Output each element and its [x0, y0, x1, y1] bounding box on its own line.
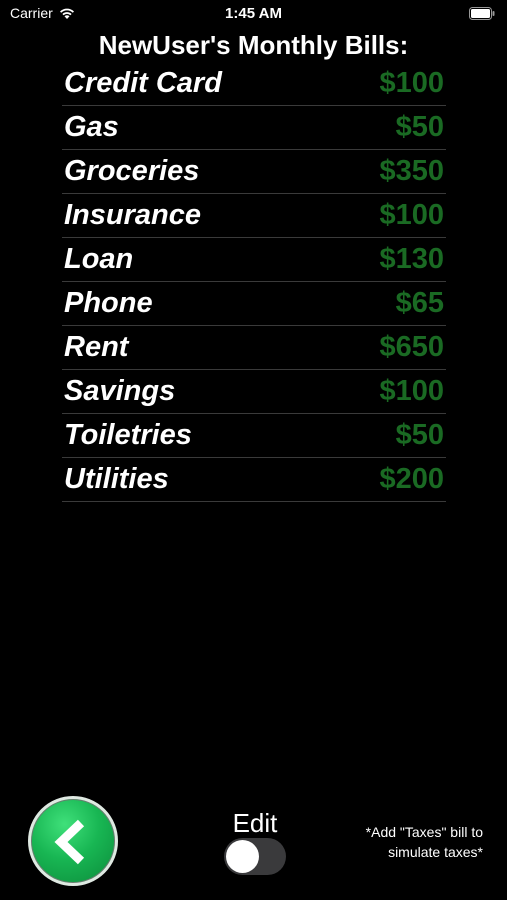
- bill-row[interactable]: Credit Card $100: [62, 62, 446, 106]
- back-button[interactable]: [28, 796, 118, 886]
- chevron-left-icon: [54, 819, 85, 865]
- bill-row[interactable]: Phone $65: [62, 282, 446, 326]
- bill-amount: $50: [395, 419, 444, 451]
- bill-amount: $130: [379, 243, 444, 275]
- bill-amount: $100: [379, 199, 444, 231]
- bill-amount: $65: [395, 287, 444, 319]
- bill-amount: $50: [395, 111, 444, 143]
- bill-row[interactable]: Gas $50: [62, 106, 446, 150]
- bill-amount: $350: [379, 155, 444, 187]
- taxes-note: *Add "Taxes" bill to simulate taxes*: [365, 824, 483, 860]
- battery-icon: [469, 7, 495, 20]
- bill-name: Toiletries: [64, 419, 192, 451]
- bills-list: Credit Card $100 Gas $50 Groceries $350 …: [62, 62, 446, 502]
- bill-name: Rent: [64, 331, 129, 363]
- page-title: NewUser's Monthly Bills:: [98, 30, 409, 60]
- status-time: 1:45 AM: [225, 5, 282, 22]
- bill-name: Phone: [64, 287, 153, 319]
- bill-name: Loan: [64, 243, 134, 275]
- toggle-knob: [226, 840, 259, 873]
- bill-name: Groceries: [64, 155, 200, 187]
- bill-amount: $200: [379, 463, 444, 495]
- status-bar: Carrier 1:45 AM: [0, 0, 507, 28]
- bill-row[interactable]: Utilities $200: [62, 458, 446, 502]
- edit-label: Edit: [232, 808, 278, 838]
- bill-row[interactable]: Rent $650: [62, 326, 446, 370]
- bill-name: Insurance: [64, 199, 201, 231]
- bill-name: Credit Card: [64, 67, 222, 99]
- bill-row[interactable]: Savings $100: [62, 370, 446, 414]
- bill-row[interactable]: Insurance $100: [62, 194, 446, 238]
- bill-name: Savings: [64, 375, 176, 407]
- bill-amount: $100: [379, 375, 444, 407]
- bill-name: Utilities: [64, 463, 169, 495]
- edit-toggle[interactable]: [224, 838, 286, 875]
- bill-amount: $650: [379, 331, 444, 363]
- bill-row[interactable]: Loan $130: [62, 238, 446, 282]
- bill-row[interactable]: Toiletries $50: [62, 414, 446, 458]
- bill-row[interactable]: Groceries $350: [62, 150, 446, 194]
- bill-name: Gas: [64, 111, 119, 143]
- bill-amount: $100: [379, 67, 444, 99]
